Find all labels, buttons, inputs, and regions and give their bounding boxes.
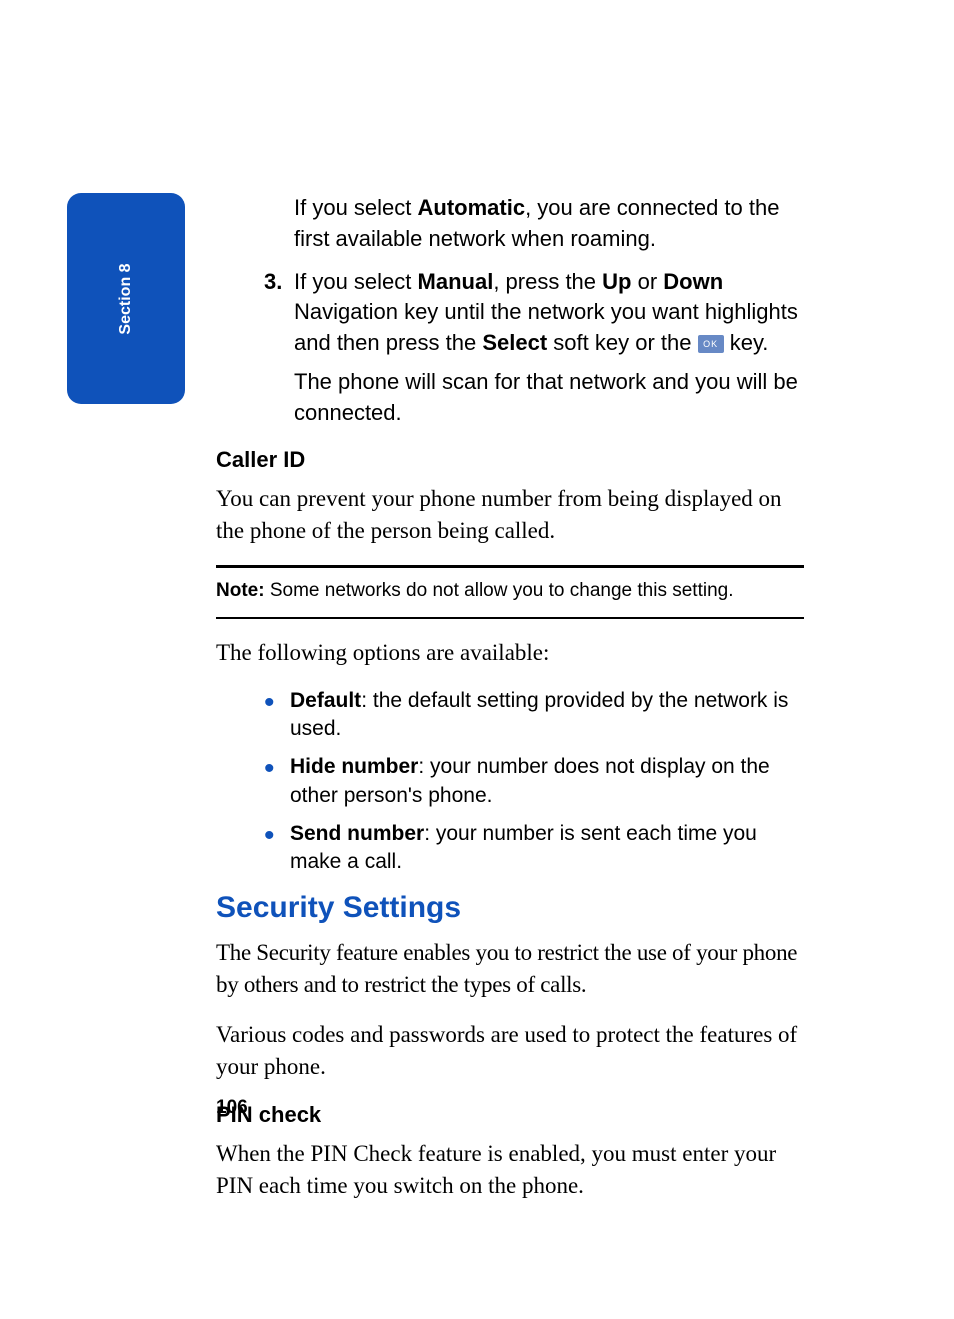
bold-up: Up — [602, 269, 631, 294]
paragraph-options-intro: The following options are available: — [216, 637, 804, 669]
ok-key-icon: OK — [698, 335, 724, 353]
list-item: Hide number: your number does not displa… — [264, 753, 804, 810]
paragraph-automatic: If you select Automatic, you are connect… — [294, 193, 804, 255]
bold-automatic: Automatic — [418, 195, 526, 220]
text: Some networks do not allow you to change… — [265, 580, 734, 601]
list-item: Default: the default setting provided by… — [264, 687, 804, 744]
note-box: Note: Some networks do not allow you to … — [216, 565, 804, 619]
heading-caller-id: Caller ID — [216, 447, 804, 473]
bold-select: Select — [482, 330, 547, 355]
bold-hide-number: Hide number — [290, 755, 418, 778]
page-number: 106 — [216, 1097, 248, 1119]
text: , press the — [493, 269, 602, 294]
paragraph-security-1: The Security feature enables you to rest… — [216, 937, 804, 1001]
step-3: 3. If you select Manual, press the Up or… — [268, 267, 804, 359]
note-label: Note: — [216, 580, 265, 601]
text: soft key or the — [547, 330, 697, 355]
bold-send-number: Send number — [290, 822, 424, 845]
paragraph-caller-id: You can prevent your phone number from b… — [216, 483, 804, 547]
bold-default: Default — [290, 689, 361, 712]
step-number: 3. — [264, 267, 282, 298]
text: : the default setting provided by the ne… — [290, 689, 788, 740]
step-text: If you select Manual, press the Up or Do… — [294, 267, 804, 359]
text: If you select — [294, 269, 418, 294]
section-tab: Section 8 — [67, 193, 185, 404]
section-tab-label: Section 8 — [117, 263, 135, 334]
step-3-result: The phone will scan for that network and… — [294, 367, 804, 429]
list-item: Send number: your number is sent each ti… — [264, 820, 804, 877]
text: key. — [724, 330, 769, 355]
bullet-list: Default: the default setting provided by… — [264, 687, 804, 877]
text: If you select — [294, 195, 418, 220]
heading-pin-check: PIN check — [216, 1102, 804, 1128]
bold-down: Down — [663, 269, 723, 294]
note-text: Note: Some networks do not allow you to … — [216, 578, 804, 605]
paragraph-pin-check: When the PIN Check feature is enabled, y… — [216, 1138, 804, 1202]
paragraph-security-2: Various codes and passwords are used to … — [216, 1019, 804, 1083]
page-content: If you select Automatic, you are connect… — [216, 193, 804, 1220]
heading-security-settings: Security Settings — [216, 891, 804, 925]
text: or — [631, 269, 663, 294]
bold-manual: Manual — [418, 269, 494, 294]
